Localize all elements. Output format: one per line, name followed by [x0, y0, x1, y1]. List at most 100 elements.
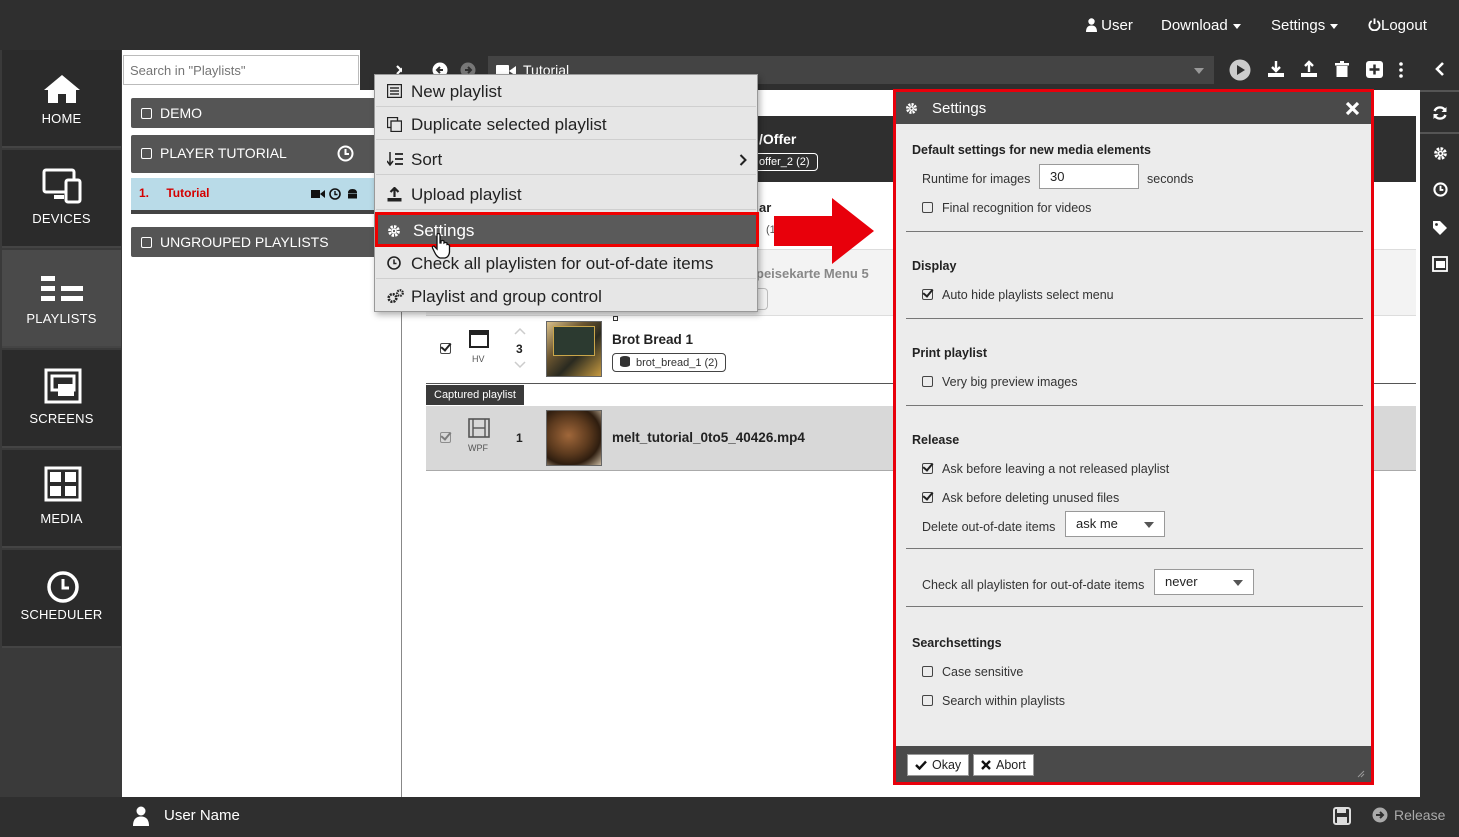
- caret-down-icon: [1194, 68, 1204, 74]
- playlist-search-input[interactable]: [123, 55, 359, 85]
- check-all-select[interactable]: never: [1154, 569, 1254, 595]
- menu-item-upload-playlist[interactable]: Upload playlist: [376, 179, 756, 210]
- delete-outdated-select[interactable]: ask me: [1065, 511, 1165, 537]
- divider: [906, 318, 1363, 319]
- row-fragment-a: ar: [759, 200, 772, 215]
- add-icon[interactable]: [1366, 61, 1383, 78]
- option-big-preview[interactable]: Very big preview images: [922, 375, 1077, 389]
- option-case-sensitive[interactable]: Case sensitive: [922, 665, 1023, 679]
- download-menu[interactable]: Download: [1161, 17, 1241, 34]
- download-icon[interactable]: [1267, 60, 1285, 78]
- upload-icon[interactable]: [1300, 60, 1318, 78]
- runtime-input[interactable]: 30: [1039, 164, 1139, 189]
- checkbox[interactable]: [922, 376, 933, 387]
- close-icon: [981, 760, 991, 770]
- checkbox[interactable]: [922, 695, 933, 706]
- more-vertical-icon[interactable]: [1399, 62, 1403, 78]
- option-ask-leaving[interactable]: Ask before leaving a not released playli…: [922, 462, 1169, 476]
- chevron-right-icon: [739, 154, 747, 166]
- resize-handle-icon[interactable]: [1357, 770, 1365, 778]
- release-button[interactable]: Release: [1372, 807, 1445, 823]
- user-icon: [133, 806, 149, 826]
- video-icon: [311, 190, 325, 198]
- row-type-label: WPF: [468, 443, 488, 453]
- close-icon[interactable]: [1345, 101, 1360, 116]
- item-index: 1.: [139, 186, 150, 200]
- arrow-right-circle-icon: [1372, 807, 1388, 823]
- nav-playlists[interactable]: PLAYLISTS: [2, 250, 121, 348]
- divider: [906, 548, 1363, 549]
- option-label: Case sensitive: [942, 665, 1024, 679]
- group-checkbox[interactable]: [141, 237, 152, 248]
- menu-item-label: Check all playlisten for out-of-date ite…: [411, 254, 714, 273]
- nav-scheduler[interactable]: SCHEDULER: [2, 550, 121, 648]
- checkbox[interactable]: [922, 463, 933, 474]
- option-label: Ask before deleting unused files: [942, 491, 1120, 505]
- checkbox[interactable]: [922, 666, 933, 677]
- logout-label: Logout: [1381, 17, 1427, 34]
- group-checkbox[interactable]: [141, 108, 152, 119]
- section-defaults-title: Default settings for new media elements: [912, 143, 1151, 157]
- row-number: 1: [516, 431, 523, 445]
- menu-item-label: Upload playlist: [411, 185, 522, 204]
- nav-home-label: HOME: [41, 111, 82, 126]
- option-search-within[interactable]: Search within playlists: [922, 694, 1065, 708]
- row-thumbnail: [546, 410, 602, 466]
- option-ask-deleting[interactable]: Ask before deleting unused files: [922, 491, 1119, 505]
- menu-item-playlist-group-control[interactable]: Playlist and group control: [376, 281, 756, 312]
- checkbox[interactable]: [922, 289, 933, 300]
- screens-small-icon[interactable]: [1432, 256, 1448, 272]
- row-checkbox[interactable]: [440, 343, 451, 354]
- upload-icon: [387, 187, 402, 202]
- playlist-group-ungrouped[interactable]: UNGROUPED PLAYLISTS: [131, 227, 399, 257]
- save-icon[interactable]: [1333, 807, 1351, 825]
- row-type-label: HV: [472, 354, 485, 364]
- check-all-label: Check all playlisten for out-of-date ite…: [922, 578, 1145, 592]
- option-label: Ask before leaving a not released playli…: [942, 462, 1170, 476]
- playlist-item-tutorial[interactable]: 1. Tutorial: [131, 178, 399, 210]
- group-checkbox[interactable]: [141, 148, 152, 159]
- abort-button[interactable]: Abort: [973, 754, 1034, 776]
- row-tag: brot_bread_1 (2): [612, 353, 726, 372]
- menu-item-sort[interactable]: Sort: [376, 144, 756, 175]
- list-icon: [387, 84, 402, 98]
- trash-icon[interactable]: [1335, 61, 1349, 77]
- clock-icon[interactable]: [1433, 182, 1448, 197]
- android-icon: [348, 189, 357, 199]
- logout-button[interactable]: Logout: [1368, 17, 1427, 34]
- main-nav: HOME DEVICES PLAYLISTS SCREENS MEDIA SCH…: [0, 50, 122, 797]
- playlists-icon: [41, 276, 83, 301]
- menu-item-duplicate-playlist[interactable]: Duplicate selected playlist: [376, 109, 756, 140]
- checkbox[interactable]: [922, 202, 933, 213]
- right-toolbar: [1420, 50, 1459, 797]
- okay-label: Okay: [932, 758, 962, 772]
- menu-item-new-playlist[interactable]: New playlist: [376, 76, 756, 107]
- user-menu[interactable]: User: [1086, 17, 1133, 34]
- select-value: never: [1165, 574, 1198, 589]
- nav-home[interactable]: HOME: [2, 50, 121, 148]
- nav-devices[interactable]: DEVICES: [2, 150, 121, 248]
- gear-icon[interactable]: [1433, 146, 1448, 161]
- playlist-group-demo[interactable]: DEMO: [131, 98, 399, 128]
- okay-button[interactable]: Okay: [907, 754, 970, 776]
- option-label: Auto hide playlists select menu: [942, 288, 1114, 302]
- runtime-label: Runtime for images: [922, 172, 1031, 186]
- nav-media[interactable]: MEDIA: [2, 450, 121, 548]
- delete-outdated-label: Delete out-of-date items: [922, 520, 1056, 534]
- option-final-recognition[interactable]: Final recognition for videos: [922, 201, 1091, 215]
- release-label: Release: [1394, 807, 1446, 823]
- row-checkbox[interactable]: [440, 432, 451, 443]
- chevron-left-icon[interactable]: [1435, 62, 1445, 76]
- option-auto-hide[interactable]: Auto hide playlists select menu: [922, 288, 1114, 302]
- divider: [1420, 132, 1459, 134]
- settings-menu[interactable]: Settings: [1271, 17, 1339, 34]
- screens-icon: [44, 368, 82, 404]
- nav-screens[interactable]: SCREENS: [2, 350, 121, 448]
- play-icon[interactable]: [1229, 59, 1251, 81]
- tags-icon[interactable]: [1432, 220, 1449, 235]
- playlist-group-player-tutorial[interactable]: PLAYER TUTORIAL: [131, 135, 399, 173]
- checkbox[interactable]: [922, 492, 933, 503]
- history-icon: [337, 145, 354, 162]
- refresh-icon[interactable]: [1432, 105, 1448, 121]
- caret-down-icon: [1144, 522, 1154, 528]
